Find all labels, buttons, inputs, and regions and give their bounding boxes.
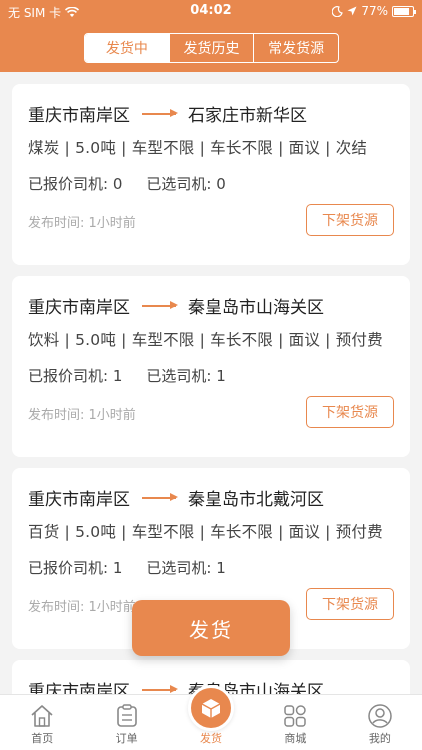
profile-icon [368,704,392,728]
ship-tab-bubble [188,685,235,731]
take-down-button[interactable]: 下架货源 [306,588,394,620]
route-arrow-icon [142,299,178,311]
tab-profile[interactable]: 我的 [338,695,422,750]
battery-percent: 77% [361,4,388,18]
ship-button[interactable]: 发货 [132,600,290,656]
location-icon [347,6,357,16]
take-down-button[interactable]: 下架货源 [306,396,394,428]
home-icon [31,705,53,727]
tab-frequent[interactable]: 常发货源 [253,34,338,62]
tab-shipping[interactable]: 发货中 [85,34,169,62]
tab-home[interactable]: 首页 [0,695,84,750]
shipment-card[interactable]: 重庆市南岸区 秦皇岛市山海关区 饮料 | 5.0吨 | 车型不限 | 车长不限 … [12,276,410,457]
goods-info: 百货 | 5.0吨 | 车型不限 | 车长不限 | 面议 | 预付费 [28,523,383,541]
take-down-button[interactable]: 下架货源 [306,204,394,236]
quoted-drivers: 已报价司机: 1 [28,367,123,385]
goods-info: 饮料 | 5.0吨 | 车型不限 | 车长不限 | 面议 | 预付费 [28,331,383,349]
shipment-card[interactable]: 重庆市南岸区 石家庄市新华区 煤炭 | 5.0吨 | 车型不限 | 车长不限 |… [12,84,410,265]
selected-drivers: 已选司机: 1 [146,559,226,577]
tab-orders[interactable]: 订单 [84,695,168,750]
route-arrow-icon [142,107,178,119]
quoted-drivers: 已报价司机: 0 [28,175,123,193]
tab-label: 首页 [31,732,54,745]
card-footer: 发布时间: 1小时前 下架货源 [28,204,394,238]
battery-icon [392,5,416,17]
route-to: 秦皇岛市北戴河区 [188,489,324,510]
quoted-drivers: 已报价司机: 1 [28,559,123,577]
tab-label: 商城 [284,732,307,745]
tab-label: 发货 [200,732,223,745]
publish-time: 发布时间: 1小时前 [28,600,136,615]
route-from: 重庆市南岸区 [28,681,130,695]
moon-icon [332,5,344,17]
selected-drivers: 已选司机: 1 [146,367,226,385]
route: 重庆市南岸区 秦皇岛市山海关区 [28,292,394,318]
route-to: 石家庄市新华区 [188,105,307,126]
header: 发货中 发货历史 常发货源 [0,24,422,72]
route-arrow-icon [142,683,178,694]
status-bar: 无 SIM 卡 04:02 77% [0,0,422,24]
route-to: 秦皇岛市山海关区 [188,297,324,318]
status-right: 77% [332,4,416,18]
driver-stats: 已报价司机: 0 已选司机: 0 [28,173,394,194]
tab-label: 我的 [368,732,391,745]
tab-label: 订单 [115,732,138,745]
tab-bar: 首页 订单 发货 商城 我的 [0,685,422,750]
publish-time: 发布时间: 1小时前 [28,408,136,423]
mall-icon [284,705,307,727]
route-from: 重庆市南岸区 [28,105,130,126]
tab-history[interactable]: 发货历史 [168,34,254,62]
selected-drivers: 已选司机: 0 [146,175,226,193]
route-from: 重庆市南岸区 [28,489,130,510]
driver-stats: 已报价司机: 1 已选司机: 1 [28,557,394,578]
goods-info: 煤炭 | 5.0吨 | 车型不限 | 车长不限 | 面议 | 次结 [28,139,368,157]
route-arrow-icon [142,491,178,503]
route-from: 重庆市南岸区 [28,297,130,318]
ship-box-icon [201,699,221,718]
card-footer: 发布时间: 1小时前 下架货源 [28,396,394,430]
route: 重庆市南岸区 石家庄市新华区 [28,100,394,126]
route: 重庆市南岸区 秦皇岛市北戴河区 [28,484,394,510]
publish-time: 发布时间: 1小时前 [28,216,136,231]
tab-mall[interactable]: 商城 [253,695,337,750]
order-icon [116,704,137,727]
segmented-control: 发货中 发货历史 常发货源 [84,33,339,63]
tab-ship[interactable]: 发货 [169,685,253,750]
driver-stats: 已报价司机: 1 已选司机: 1 [28,365,394,386]
